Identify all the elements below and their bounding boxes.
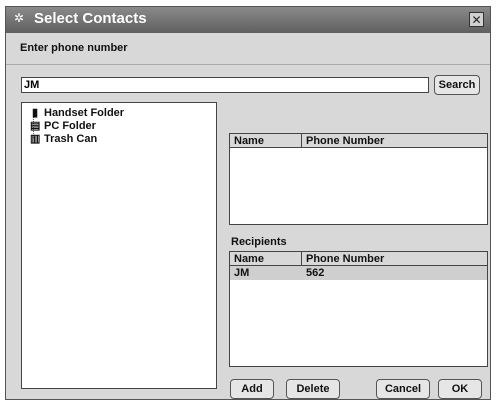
pc-icon: ▤ — [30, 120, 41, 132]
recipient-phone: 562 — [306, 267, 325, 279]
tree-item-label: PC Folder — [44, 120, 96, 132]
recipients-label: Recipients — [231, 236, 287, 248]
tree-item-pc-folder[interactable]: ▤ PC Folder — [30, 119, 96, 132]
search-button[interactable]: Search — [434, 75, 480, 95]
results-table[interactable]: Name Phone Number — [229, 133, 488, 225]
trash-icon: ▥ — [30, 133, 41, 145]
cancel-button[interactable]: Cancel — [376, 379, 430, 399]
table-row[interactable]: JM 562 — [230, 266, 487, 280]
app-icon: ✲ — [14, 11, 25, 25]
column-header-phone[interactable]: Phone Number — [302, 252, 487, 266]
column-header-name[interactable]: Name — [230, 134, 302, 148]
column-header-name[interactable]: Name — [230, 252, 302, 266]
handset-icon: ▮ — [31, 107, 39, 119]
enter-phone-label: Enter phone number — [20, 42, 128, 54]
divider — [6, 64, 490, 65]
close-icon: ✕ — [471, 13, 482, 27]
delete-button[interactable]: Delete — [286, 379, 340, 399]
tree-item-label: Trash Can — [44, 133, 98, 145]
title-bar[interactable]: ✲ Select Contacts ✕ — [6, 7, 490, 33]
folder-tree[interactable]: ▮ Handset Folder ▤ PC Folder ▥ Trash Can — [21, 102, 217, 389]
tree-item-handset-folder[interactable]: ▮ Handset Folder — [30, 106, 124, 119]
window-title: Select Contacts — [34, 10, 147, 27]
phone-number-input[interactable] — [21, 77, 429, 93]
recipient-name: JM — [234, 267, 250, 279]
close-button[interactable]: ✕ — [469, 12, 484, 27]
column-header-phone[interactable]: Phone Number — [302, 134, 487, 148]
select-contacts-dialog: ✲ Select Contacts ✕ Enter phone number S… — [5, 6, 491, 400]
tree-item-label: Handset Folder — [44, 107, 125, 119]
add-button[interactable]: Add — [230, 379, 274, 399]
tree-item-trash-can[interactable]: ▥ Trash Can — [30, 132, 97, 145]
recipients-table[interactable]: Name Phone Number JM 562 — [229, 251, 488, 367]
ok-button[interactable]: OK — [438, 379, 482, 399]
